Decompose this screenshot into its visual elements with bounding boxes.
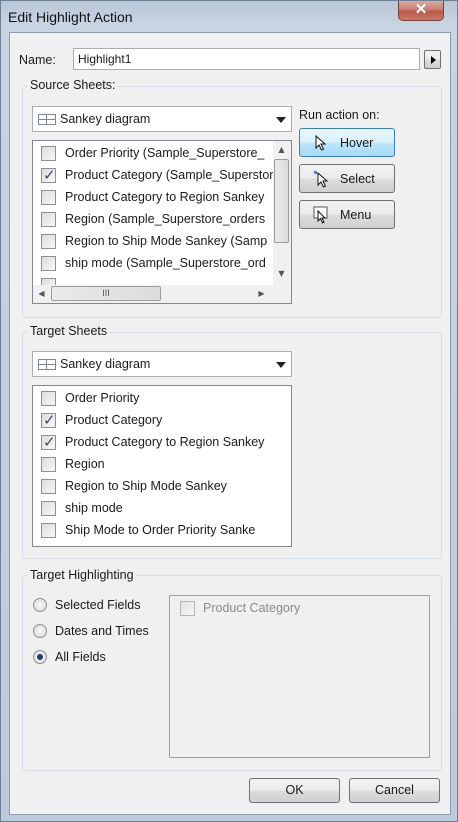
list-item-label: Region to Ship Mode Sankey bbox=[65, 479, 227, 493]
list-item-label: ship mode bbox=[65, 501, 123, 515]
hover-button[interactable]: Hover bbox=[299, 128, 395, 157]
close-icon: ✕ bbox=[414, 1, 428, 18]
radio-dates-and-times-label[interactable]: Dates and Times bbox=[55, 624, 149, 638]
list-item[interactable]: Order Priority bbox=[33, 388, 291, 410]
checkbox[interactable] bbox=[41, 166, 56, 184]
target-sheet-dropdown[interactable]: Sankey diagram bbox=[32, 351, 292, 377]
radio-all-fields[interactable] bbox=[33, 650, 47, 664]
source-sheet-dropdown-value: Sankey diagram bbox=[60, 112, 151, 126]
checkbox bbox=[180, 601, 195, 616]
name-menu-button[interactable] bbox=[424, 50, 441, 69]
chevron-down-icon bbox=[276, 117, 286, 123]
chevron-down-icon bbox=[276, 362, 286, 368]
list-item-label: Region to Ship Mode Sankey (Samp bbox=[65, 234, 268, 248]
scroll-right-icon[interactable]: ▶ bbox=[253, 285, 270, 302]
list-item-label: Region (Sample_Superstore_orders bbox=[65, 212, 266, 226]
checkbox[interactable] bbox=[41, 234, 56, 249]
list-item[interactable]: Ship Mode to Order Priority Sanke bbox=[33, 520, 291, 542]
scroll-left-icon[interactable]: ◀ bbox=[33, 285, 50, 302]
list-item[interactable]: Region to Ship Mode Sankey bbox=[33, 476, 291, 498]
target-highlighting-title: Target Highlighting bbox=[28, 568, 136, 582]
list-item[interactable]: ship mode (Sample_Superstore_ord bbox=[33, 253, 291, 275]
list-item-label: Order Priority bbox=[65, 391, 140, 405]
checkbox[interactable] bbox=[41, 256, 56, 271]
close-button[interactable]: ✕ bbox=[398, 1, 444, 21]
checkbox[interactable] bbox=[41, 457, 56, 472]
source-sheets-title: Source Sheets: bbox=[28, 78, 118, 92]
dashboard-icon bbox=[38, 114, 56, 125]
name-input[interactable]: Highlight1 bbox=[73, 48, 420, 70]
radio-selected-fields[interactable] bbox=[33, 598, 47, 612]
list-item[interactable]: Order Priority (Sample_Superstore_ bbox=[33, 143, 291, 165]
hover-button-label: Hover bbox=[340, 136, 374, 150]
cursor-select-icon bbox=[313, 170, 329, 188]
checkbox[interactable] bbox=[41, 523, 56, 538]
radio-selected-fields-label[interactable]: Selected Fields bbox=[55, 598, 140, 612]
scrollbar-corner bbox=[273, 285, 291, 303]
select-button[interactable]: Select bbox=[299, 164, 395, 193]
list-item-label: Order Priority (Sample_Superstore_ bbox=[65, 146, 265, 160]
source-sheets-list: Order Priority (Sample_Superstore_ Produ… bbox=[32, 140, 292, 304]
field-item-label: Product Category bbox=[203, 601, 301, 615]
list-item[interactable]: Product Category to Region Sankey bbox=[33, 187, 291, 209]
list-item-label: ship mode (Sample_Superstore_ord bbox=[65, 256, 266, 270]
list-item-label: Product Category to Region Sankey bbox=[65, 190, 265, 204]
checkbox[interactable] bbox=[41, 190, 56, 205]
list-item[interactable]: Region (Sample_Superstore_orders bbox=[33, 209, 291, 231]
cursor-arrow-icon bbox=[315, 135, 327, 151]
select-button-label: Select bbox=[340, 172, 375, 186]
title-bar[interactable]: Edit Highlight Action ✕ bbox=[1, 1, 457, 33]
list-item[interactable]: ship mode bbox=[33, 498, 291, 520]
list-item-label: Ship Mode to Order Priority Sanke bbox=[65, 523, 256, 537]
dialog-client-area: Name: Highlight1 Source Sheets: Sankey d… bbox=[9, 32, 451, 815]
scroll-down-icon[interactable]: ▼ bbox=[273, 265, 290, 282]
checkbox[interactable] bbox=[41, 391, 56, 406]
menu-button-label: Menu bbox=[340, 208, 372, 222]
ok-button[interactable]: OK bbox=[249, 778, 340, 803]
cancel-button[interactable]: Cancel bbox=[349, 778, 440, 803]
target-sheet-dropdown-value: Sankey diagram bbox=[60, 357, 151, 371]
list-item[interactable]: Product Category to Region Sankey bbox=[33, 432, 291, 454]
run-action-label: Run action on: bbox=[299, 108, 380, 122]
radio-all-fields-label[interactable]: All Fields bbox=[55, 650, 106, 664]
list-item-label: Region bbox=[65, 457, 105, 471]
target-sheets-list: Order Priority Product Category Product … bbox=[32, 385, 292, 547]
checkbox[interactable] bbox=[41, 479, 56, 494]
list-item-label: Product Category (Sample_Superstore bbox=[65, 168, 281, 182]
list-item[interactable]: Product Category (Sample_Superstore bbox=[33, 165, 291, 187]
vertical-scrollbar[interactable]: ▲ ▼ bbox=[273, 141, 291, 285]
list-item-label: Product Category to Region Sankey bbox=[65, 435, 265, 449]
scroll-thumb[interactable]: III bbox=[51, 286, 161, 301]
scroll-up-icon[interactable]: ▲ bbox=[273, 141, 290, 158]
checkbox[interactable] bbox=[41, 501, 56, 516]
target-sheets-title: Target Sheets bbox=[28, 324, 110, 338]
source-sheet-dropdown[interactable]: Sankey diagram bbox=[32, 106, 292, 132]
checkbox[interactable] bbox=[41, 212, 56, 227]
radio-dates-and-times[interactable] bbox=[33, 624, 47, 638]
checkbox[interactable] bbox=[41, 146, 56, 161]
dialog-window: Edit Highlight Action ✕ Name: Highlight1… bbox=[0, 0, 458, 822]
window-title: Edit Highlight Action bbox=[8, 9, 133, 25]
fields-panel: Product Category bbox=[169, 595, 430, 758]
list-item-label: Product Category bbox=[65, 413, 163, 427]
checkbox[interactable] bbox=[41, 411, 56, 429]
name-label: Name: bbox=[19, 53, 56, 67]
arrow-right-icon bbox=[431, 56, 436, 64]
dashboard-icon bbox=[38, 359, 56, 370]
cursor-menu-icon bbox=[313, 206, 328, 224]
menu-button[interactable]: Menu bbox=[299, 200, 395, 229]
list-item[interactable]: Region to Ship Mode Sankey (Samp bbox=[33, 231, 291, 253]
scroll-thumb[interactable] bbox=[274, 159, 289, 243]
list-item[interactable]: Region bbox=[33, 454, 291, 476]
horizontal-scrollbar[interactable]: ◀ III ▶ bbox=[33, 285, 273, 303]
checkbox[interactable] bbox=[41, 433, 56, 451]
list-item[interactable]: Product Category bbox=[33, 410, 291, 432]
